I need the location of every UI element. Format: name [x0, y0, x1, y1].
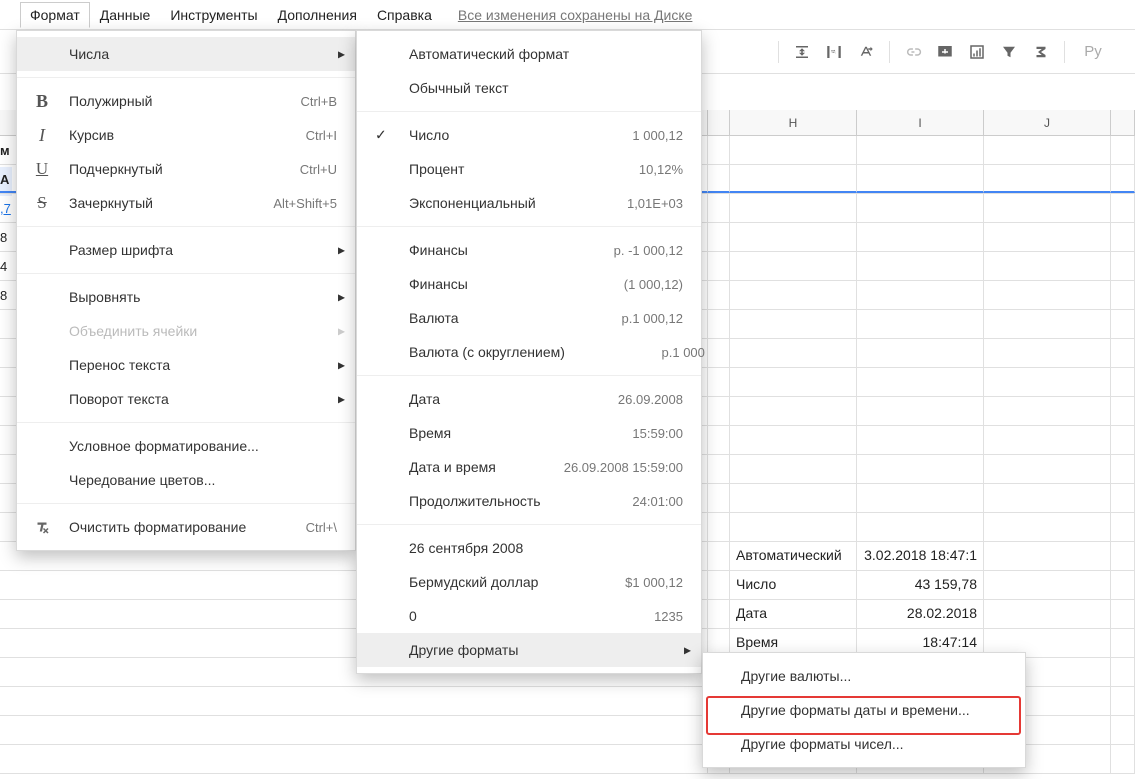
chevron-right-icon: ▸ [338, 289, 345, 306]
chevron-right-icon: ▸ [338, 46, 345, 63]
numbers-submenu: Автоматический формат Обычный текст ✓ Чи… [356, 30, 702, 674]
fmt-plaintext[interactable]: Обычный текст [357, 71, 701, 105]
text-rotation-icon[interactable] [851, 37, 881, 67]
fmt-time[interactable]: Время 15:59:00 [357, 416, 701, 450]
other-number-formats[interactable]: Другие форматы чисел... [703, 727, 1025, 761]
menu-merge: Объединить ячейки ▸ [17, 314, 355, 348]
chevron-right-icon: ▸ [338, 323, 345, 340]
cell-i[interactable]: 3.02.2018 18:47:1 [857, 542, 984, 570]
menu-tools[interactable]: Инструменты [160, 2, 267, 28]
clear-format-icon [31, 516, 53, 538]
chart-icon[interactable] [962, 37, 992, 67]
fmt-currency-rounded[interactable]: Валюта (с округлением) р.1 000 [357, 335, 701, 369]
functions-icon[interactable] [1026, 37, 1056, 67]
filter-icon[interactable] [994, 37, 1024, 67]
menu-italic[interactable]: I Курсив Ctrl+I [17, 118, 355, 152]
menu-bold[interactable]: B Полужирный Ctrl+B [17, 84, 355, 118]
cell-h[interactable]: Число [730, 571, 857, 599]
menu-format[interactable]: Формат [20, 2, 90, 28]
fmt-date[interactable]: Дата 26.09.2008 [357, 382, 701, 416]
fmt-financial-1[interactable]: Финансы р. -1 000,12 [357, 233, 701, 267]
fmt-sample-currency[interactable]: Бермудский доллар $1 000,12 [357, 565, 701, 599]
strikethrough-icon: S [31, 192, 53, 214]
menu-wrap[interactable]: Перенос текста ▸ [17, 348, 355, 382]
menu-underline[interactable]: U Подчеркнутый Ctrl+U [17, 152, 355, 186]
col-header-j[interactable]: J [984, 110, 1111, 135]
fmt-sample-date[interactable]: 26 сентября 2008 [357, 531, 701, 565]
chevron-right-icon: ▸ [338, 391, 345, 408]
fmt-financial-2[interactable]: Финансы (1 000,12) [357, 267, 701, 301]
vertical-align-icon[interactable] [787, 37, 817, 67]
menu-strike[interactable]: S Зачеркнутый Alt+Shift+5 [17, 186, 355, 220]
other-currencies[interactable]: Другие валюты... [703, 659, 1025, 693]
menu-addons[interactable]: Дополнения [268, 2, 367, 28]
cell-h[interactable]: Автоматический [730, 542, 857, 570]
other-date-time-formats[interactable]: Другие форматы даты и времени... [703, 693, 1025, 727]
input-language-icon[interactable]: Ру [1073, 37, 1113, 67]
menu-conditional-formatting[interactable]: Условное форматирование... [17, 429, 355, 463]
comment-icon[interactable] [930, 37, 960, 67]
fmt-number[interactable]: ✓ Число 1 000,12 [357, 118, 701, 152]
fmt-datetime[interactable]: Дата и время 26.09.2008 15:59:00 [357, 450, 701, 484]
fmt-currency[interactable]: Валюта р.1 000,12 [357, 301, 701, 335]
chevron-right-icon: ▸ [338, 357, 345, 374]
menu-data[interactable]: Данные [90, 2, 161, 28]
menu-numbers[interactable]: Числа ▸ [17, 37, 355, 71]
menu-align[interactable]: Выровнять ▸ [17, 280, 355, 314]
fmt-automatic[interactable]: Автоматический формат [357, 37, 701, 71]
italic-icon: I [31, 124, 53, 146]
col-header-i[interactable]: I [857, 110, 984, 135]
menu-help[interactable]: Справка [367, 2, 442, 28]
wrap-text-icon[interactable] [819, 37, 849, 67]
menu-font-size[interactable]: Размер шрифта ▸ [17, 233, 355, 267]
menu-alternating-colors[interactable]: Чередование цветов... [17, 463, 355, 497]
save-status[interactable]: Все изменения сохранены на Диске [458, 7, 693, 23]
cell-i[interactable]: 28.02.2018 [857, 600, 984, 628]
other-formats-submenu: Другие валюты... Другие форматы даты и в… [702, 652, 1026, 768]
menu-clear-formatting[interactable]: Очистить форматирование Ctrl+\ [17, 510, 355, 544]
chevron-right-icon: ▸ [338, 242, 345, 259]
fmt-other-formats[interactable]: Другие форматы ▸ [357, 633, 701, 667]
check-icon: ✓ [375, 127, 387, 144]
chevron-right-icon: ▸ [684, 642, 691, 659]
menubar: Формат Данные Инструменты Дополнения Спр… [0, 0, 1135, 30]
col-header-h[interactable]: H [730, 110, 857, 135]
menu-rotate[interactable]: Поворот текста ▸ [17, 382, 355, 416]
bold-icon: B [31, 90, 53, 112]
fmt-duration[interactable]: Продолжительность 24:01:00 [357, 484, 701, 518]
fmt-sample-zero[interactable]: 0 1235 [357, 599, 701, 633]
fmt-scientific[interactable]: Экспоненциальный 1,01E+03 [357, 186, 701, 220]
fmt-percent[interactable]: Процент 10,12% [357, 152, 701, 186]
format-dropdown: Числа ▸ B Полужирный Ctrl+B I Курсив Ctr… [16, 30, 356, 551]
cell-i[interactable]: 43 159,78 [857, 571, 984, 599]
underline-icon: U [31, 158, 53, 180]
link-icon[interactable] [898, 37, 928, 67]
cell-h[interactable]: Дата [730, 600, 857, 628]
